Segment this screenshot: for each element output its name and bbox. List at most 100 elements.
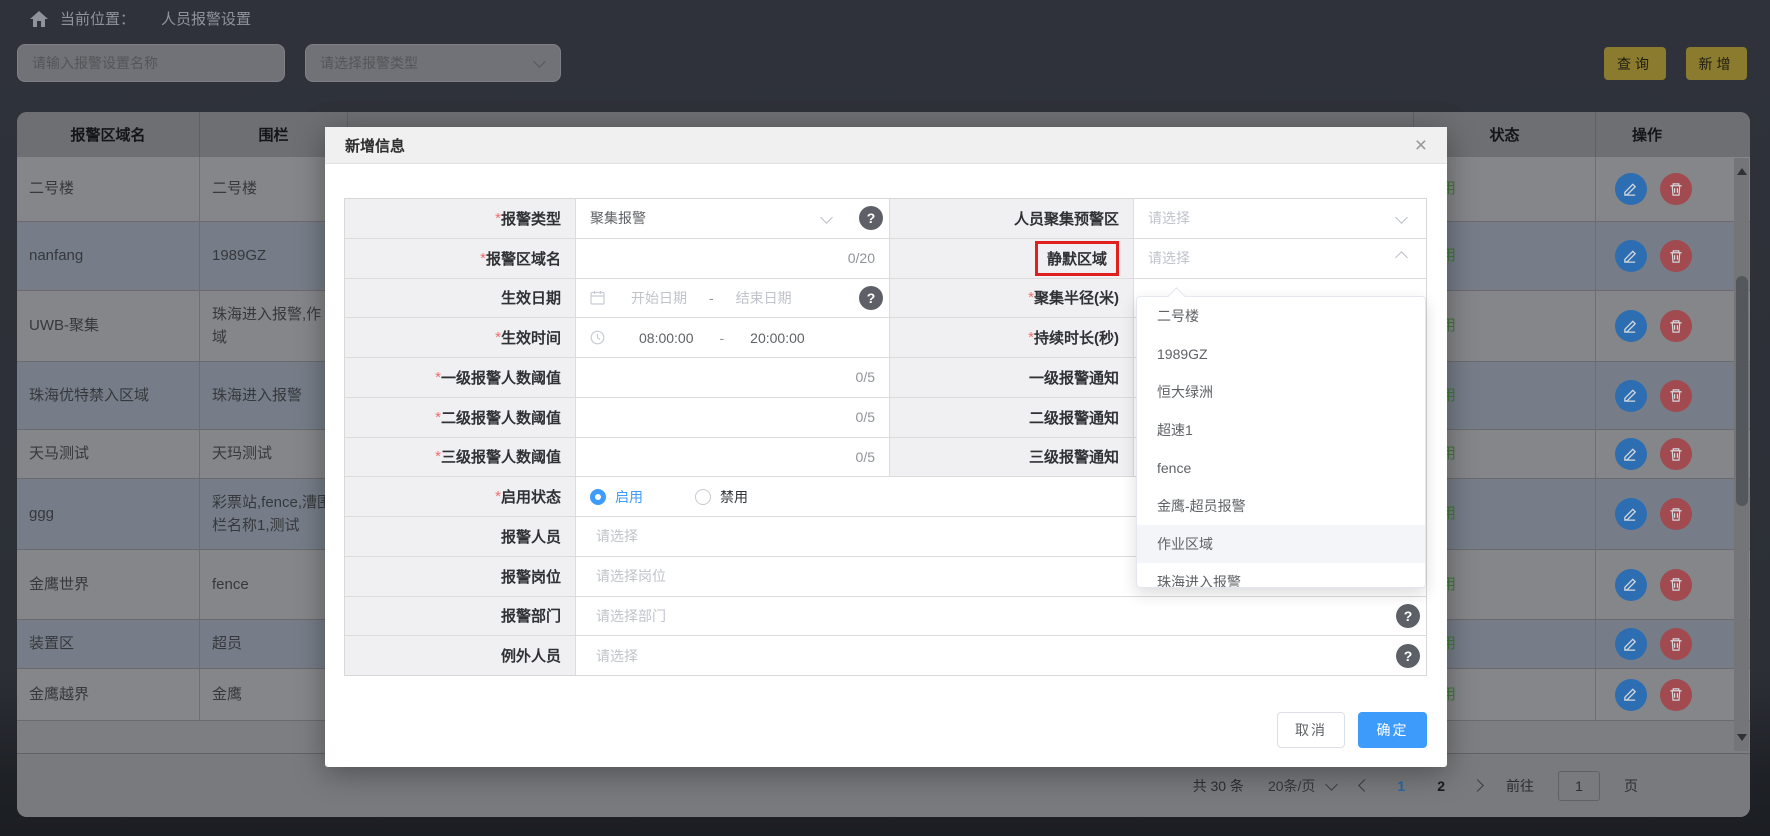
silent-area-field[interactable]: 请选择 bbox=[1134, 239, 1426, 278]
add-button[interactable]: 新增 bbox=[1686, 47, 1747, 80]
alarm-name-input[interactable] bbox=[17, 44, 285, 82]
alarm-type-value: 聚集报警 bbox=[590, 208, 646, 228]
scroll-down-icon[interactable] bbox=[1737, 734, 1747, 741]
exception-person-field[interactable]: 请选择 ? bbox=[576, 636, 1426, 675]
silent-area-dropdown: 二号楼 1989GZ 恒大绿洲 超速1 fence 金鹰-超员报警 作业区域 珠… bbox=[1136, 296, 1426, 588]
edit-button[interactable] bbox=[1615, 310, 1647, 342]
chevron-up-icon bbox=[1395, 251, 1408, 264]
table-scrollbar[interactable] bbox=[1734, 158, 1749, 751]
dropdown-option-hovered[interactable]: 作业区域 bbox=[1137, 525, 1425, 563]
label-level1-notify: 一级报警通知 bbox=[889, 358, 1134, 397]
delete-button[interactable] bbox=[1660, 173, 1692, 205]
alarm-type-placeholder: 请选择报警类型 bbox=[320, 53, 418, 73]
modal-header: 新增信息 × bbox=[325, 127, 1447, 164]
goto-unit: 页 bbox=[1624, 776, 1638, 796]
close-icon[interactable]: × bbox=[1415, 135, 1427, 156]
edit-button[interactable] bbox=[1615, 498, 1647, 530]
scroll-up-icon[interactable] bbox=[1737, 168, 1747, 175]
delete-button[interactable] bbox=[1660, 240, 1692, 272]
edit-button[interactable] bbox=[1615, 679, 1647, 711]
page-number-1[interactable]: 1 bbox=[1393, 778, 1409, 794]
edit-button[interactable] bbox=[1615, 240, 1647, 272]
edit-button[interactable] bbox=[1615, 569, 1647, 601]
cell-area: 珠海优特禁入区域 bbox=[17, 362, 200, 429]
cell-ops bbox=[1596, 669, 1734, 720]
modal-title: 新增信息 bbox=[345, 135, 405, 156]
help-icon[interactable]: ? bbox=[859, 286, 883, 310]
label-alarm-post: 报警岗位 bbox=[345, 557, 576, 596]
dropdown-option[interactable]: 1989GZ bbox=[1137, 335, 1425, 373]
form-row: 报警区域名 0/20 静默区域 请选择 bbox=[345, 239, 1426, 279]
label-effective-date: 生效日期 bbox=[345, 279, 576, 318]
label-duration: 持续时长(秒) bbox=[889, 318, 1134, 357]
dropdown-option[interactable]: 珠海进入报警 bbox=[1137, 563, 1425, 588]
effective-time-field[interactable]: 08:00:00 - 20:00:00 bbox=[576, 318, 889, 357]
dropdown-option[interactable]: 超速1 bbox=[1137, 411, 1425, 449]
prev-page-icon[interactable] bbox=[1359, 779, 1372, 792]
radio-disabled-label[interactable]: 禁用 bbox=[720, 487, 748, 507]
label-level1-threshold: 一级报警人数阈值 bbox=[345, 358, 576, 397]
dropdown-option[interactable]: 金鹰-超员报警 bbox=[1137, 487, 1425, 525]
end-date-placeholder: 结束日期 bbox=[736, 288, 792, 308]
page-number-2[interactable]: 2 bbox=[1433, 778, 1449, 794]
label-alarm-area-name: 报警区域名 bbox=[345, 239, 576, 278]
level2-threshold-field[interactable]: 0/5 bbox=[576, 398, 889, 437]
alarm-type-select[interactable]: 请选择报警类型 bbox=[305, 44, 561, 82]
silent-area-highlight-box: 静默区域 bbox=[1035, 241, 1119, 276]
delete-button[interactable] bbox=[1660, 679, 1692, 711]
breadcrumb-label: 当前位置： bbox=[60, 8, 135, 29]
delete-button[interactable] bbox=[1660, 438, 1692, 470]
delete-button[interactable] bbox=[1660, 628, 1692, 660]
col-header-ops: 操作 bbox=[1596, 112, 1734, 157]
edit-button[interactable] bbox=[1615, 173, 1647, 205]
alarm-type-field[interactable]: 聚集报警 ? bbox=[576, 199, 889, 238]
label-level2-threshold: 二级报警人数阈值 bbox=[345, 398, 576, 437]
delete-button[interactable] bbox=[1660, 310, 1692, 342]
edit-button[interactable] bbox=[1615, 628, 1647, 660]
chevron-down-icon bbox=[820, 211, 833, 224]
page-size-select[interactable]: 20条/页 bbox=[1268, 776, 1336, 796]
level3-threshold-field[interactable]: 0/5 bbox=[576, 438, 889, 477]
breadcrumb-page: 人员报警设置 bbox=[161, 8, 251, 29]
radio-enabled-icon[interactable] bbox=[590, 489, 606, 505]
delete-button[interactable] bbox=[1660, 498, 1692, 530]
help-icon[interactable]: ? bbox=[1396, 644, 1420, 668]
clock-icon bbox=[590, 330, 605, 345]
label-level3-notify: 三级报警通知 bbox=[889, 438, 1134, 477]
dropdown-option[interactable]: 二号楼 bbox=[1137, 297, 1425, 335]
radio-enabled-label[interactable]: 启用 bbox=[615, 487, 643, 507]
scrollbar-thumb[interactable] bbox=[1736, 276, 1748, 506]
label-enable-status: 启用状态 bbox=[345, 477, 576, 516]
edit-button[interactable] bbox=[1615, 438, 1647, 470]
alarm-area-name-field[interactable]: 0/20 bbox=[576, 239, 889, 278]
effective-date-field[interactable]: 开始日期 - 结束日期 ? bbox=[576, 279, 889, 318]
gather-warn-area-field[interactable]: 请选择 bbox=[1134, 199, 1426, 238]
dropdown-option[interactable]: 恒大绿洲 bbox=[1137, 373, 1425, 411]
label-gather-warn-area: 人员聚集预警区 bbox=[889, 199, 1134, 238]
next-page-icon[interactable] bbox=[1471, 779, 1484, 792]
breadcrumb: 当前位置： 人员报警设置 bbox=[30, 8, 251, 29]
alarm-department-field[interactable]: 请选择部门 ? bbox=[576, 597, 1426, 636]
delete-button[interactable] bbox=[1660, 569, 1692, 601]
query-button[interactable]: 查询 bbox=[1604, 47, 1666, 80]
form-row: 报警类型 聚集报警 ? 人员聚集预警区 请选择 bbox=[345, 199, 1426, 239]
help-icon[interactable]: ? bbox=[1396, 604, 1420, 628]
label-exception-person: 例外人员 bbox=[345, 636, 576, 675]
goto-page-input[interactable] bbox=[1558, 771, 1600, 801]
char-counter: 0/5 bbox=[856, 369, 875, 385]
confirm-button[interactable]: 确定 bbox=[1358, 712, 1427, 748]
calendar-icon bbox=[590, 290, 605, 305]
help-icon[interactable]: ? bbox=[859, 206, 883, 230]
dropdown-option[interactable]: fence bbox=[1137, 449, 1425, 487]
cancel-button[interactable]: 取消 bbox=[1277, 712, 1345, 748]
delete-button[interactable] bbox=[1660, 380, 1692, 412]
edit-button[interactable] bbox=[1615, 380, 1647, 412]
level1-threshold-field[interactable]: 0/5 bbox=[576, 358, 889, 397]
col-header-area: 报警区域名 bbox=[17, 112, 200, 157]
label-gather-radius: 聚集半径(米) bbox=[889, 279, 1134, 318]
cell-area: 金鹰世界 bbox=[17, 550, 200, 619]
radio-disabled-icon[interactable] bbox=[695, 489, 711, 505]
placeholder: 请选择岗位 bbox=[596, 566, 666, 586]
cell-area: 天马测试 bbox=[17, 430, 200, 478]
char-counter: 0/20 bbox=[848, 250, 875, 266]
